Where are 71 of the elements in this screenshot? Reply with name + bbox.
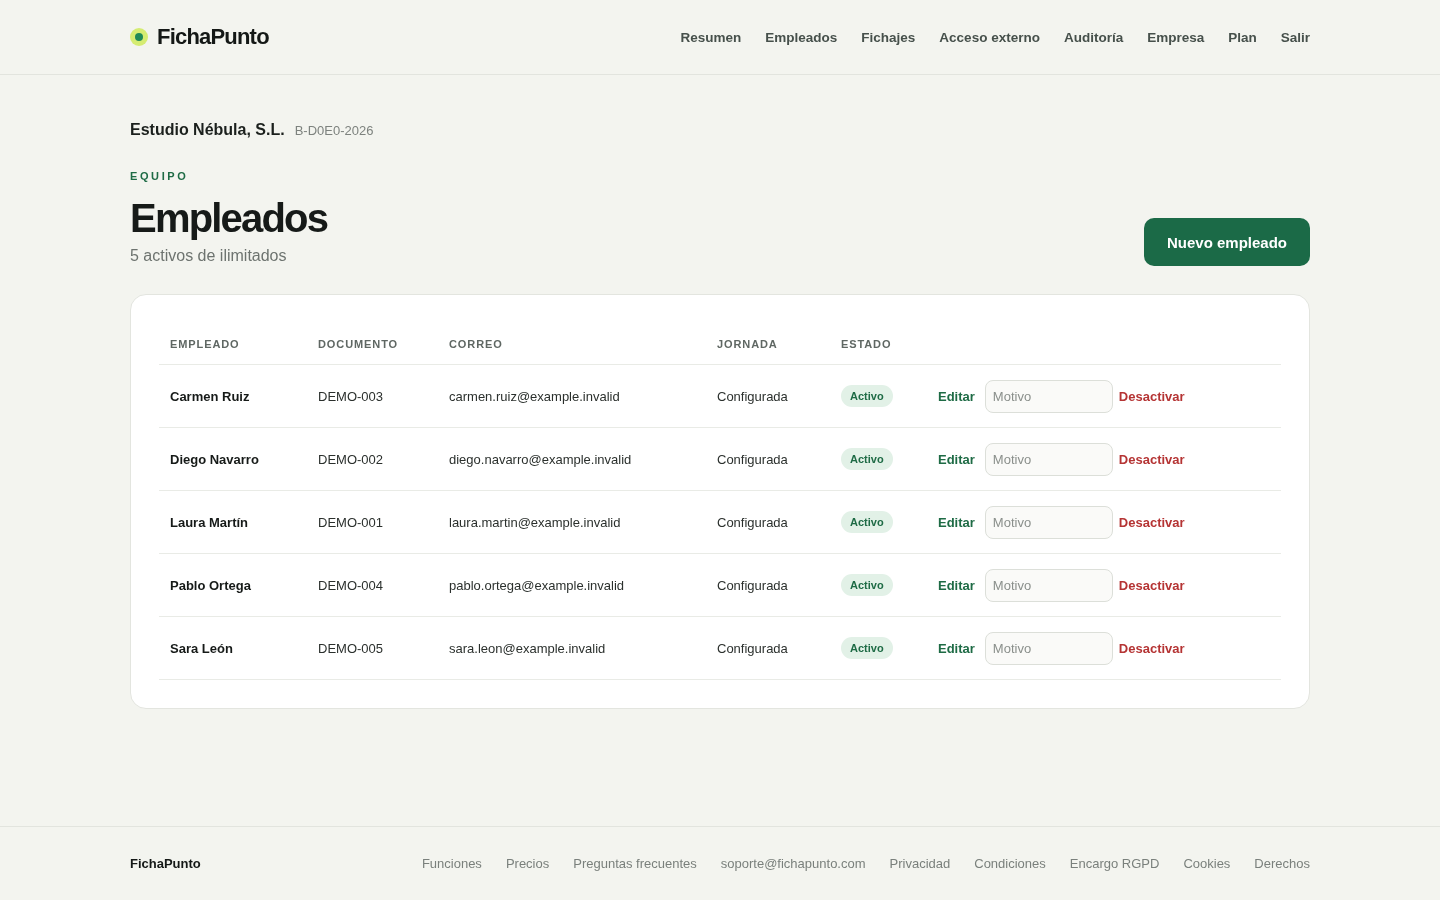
- footer-brand: FichaPunto: [130, 856, 201, 871]
- nav-link[interactable]: Resumen: [680, 29, 742, 45]
- footer-link[interactable]: soporte@fichapunto.com: [720, 856, 866, 871]
- column-header: CORREO: [448, 337, 504, 350]
- document-cell-text: DEMO-003: [317, 388, 385, 404]
- footer-link[interactable]: Derechos: [1254, 856, 1310, 871]
- footer-link[interactable]: Preguntas frecuentes: [573, 856, 697, 871]
- status-badge: Activo: [841, 637, 893, 659]
- nav-link[interactable]: Plan: [1228, 29, 1257, 45]
- new-employee-button[interactable]: Nuevo empleado: [1144, 218, 1310, 266]
- reason-field[interactable]: Motivo: [984, 379, 1113, 413]
- deactivate-link[interactable]: Desactivar: [1118, 388, 1185, 404]
- company-name: Estudio Nébula, S.L.: [130, 121, 285, 139]
- email-cell-text: diego.navarro@example.invalid: [448, 451, 633, 467]
- brand-name: FichaPunto: [157, 24, 269, 50]
- document-cell-text: DEMO-002: [317, 451, 385, 467]
- deactivate-link[interactable]: Desactivar: [1118, 640, 1185, 656]
- email-cell-text: carmen.ruiz@example.invalid: [448, 388, 621, 404]
- footer-link[interactable]: Privacidad: [889, 856, 951, 871]
- section-eyebrow: EQUIPO: [130, 170, 189, 182]
- schedule-cell-text: Configurada: [716, 577, 789, 593]
- status-badge: Activo: [841, 448, 893, 470]
- column-header: DOCUMENTO: [317, 337, 399, 350]
- logo-dot-icon: [130, 28, 148, 46]
- employee-name: Sara León: [169, 640, 234, 656]
- employee-name: Pablo Ortega: [169, 577, 252, 593]
- nav-link[interactable]: Fichajes: [861, 29, 916, 45]
- footer-link[interactable]: Encargo RGPD: [1069, 856, 1160, 871]
- email-cell-text: pablo.ortega@example.invalid: [448, 577, 626, 593]
- nav-link[interactable]: Empresa: [1147, 29, 1205, 45]
- footer-link[interactable]: Cookies: [1183, 856, 1231, 871]
- employee-name: Laura Martín: [169, 514, 249, 530]
- footer-link[interactable]: Condiciones: [974, 856, 1046, 871]
- status-badge: Activo: [841, 385, 893, 407]
- column-header: EMPLEADO: [169, 337, 241, 350]
- employee-name: Diego Navarro: [169, 451, 260, 467]
- edit-link[interactable]: Editar: [938, 514, 975, 530]
- column-header: JORNADA: [716, 337, 779, 350]
- footer-link[interactable]: Precios: [505, 856, 550, 871]
- edit-link[interactable]: Editar: [938, 640, 975, 656]
- edit-link[interactable]: Editar: [938, 577, 975, 593]
- status-badge: Activo: [841, 574, 893, 596]
- email-cell-text: laura.martin@example.invalid: [448, 514, 622, 530]
- document-cell-text: DEMO-001: [317, 514, 385, 530]
- employee-name: Carmen Ruiz: [169, 388, 251, 404]
- schedule-cell-text: Configurada: [716, 451, 789, 467]
- nav-link[interactable]: Empleados: [765, 29, 838, 45]
- schedule-cell-text: Configurada: [716, 514, 789, 530]
- reason-field[interactable]: Motivo: [984, 568, 1113, 602]
- column-header: ESTADO: [840, 337, 893, 350]
- nav-link[interactable]: Acceso externo: [939, 29, 1040, 45]
- email-cell-text: sara.leon@example.invalid: [448, 640, 607, 656]
- deactivate-link[interactable]: Desactivar: [1118, 577, 1185, 593]
- document-cell-text: DEMO-005: [317, 640, 385, 656]
- deactivate-link[interactable]: Desactivar: [1118, 514, 1185, 530]
- nav-link[interactable]: Salir: [1280, 29, 1310, 45]
- reason-field[interactable]: Motivo: [984, 442, 1113, 476]
- schedule-cell-text: Configurada: [716, 640, 789, 656]
- status-badge: Activo: [841, 511, 893, 533]
- page-title: Empleados: [130, 195, 328, 242]
- edit-link[interactable]: Editar: [938, 451, 975, 467]
- reason-field[interactable]: Motivo: [984, 631, 1113, 665]
- schedule-cell-text: Configurada: [716, 388, 789, 404]
- nav-link[interactable]: Auditoría: [1063, 29, 1124, 45]
- document-cell-text: DEMO-004: [317, 577, 385, 593]
- footer-link[interactable]: Funciones: [421, 856, 482, 871]
- deactivate-link[interactable]: Desactivar: [1118, 451, 1185, 467]
- page-subtitle: 5 activos de ilimitados: [130, 246, 287, 266]
- reason-field[interactable]: Motivo: [984, 505, 1113, 539]
- company-tax-id: B-D0E0-2026: [294, 123, 374, 138]
- edit-link[interactable]: Editar: [938, 388, 975, 404]
